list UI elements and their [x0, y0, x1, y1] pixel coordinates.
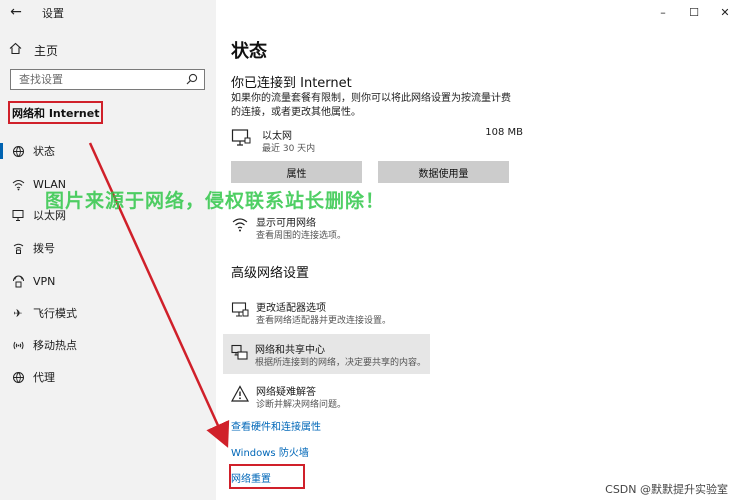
connection-name: 以太网	[262, 131, 292, 142]
connected-heading: 你已连接到 Internet	[231, 76, 352, 91]
airplane-icon: ✈	[13, 306, 23, 320]
option-title: 显示可用网络	[256, 218, 316, 229]
sidebar-item-label: 飞行模式	[33, 307, 77, 320]
back-arrow-icon[interactable]: ←	[8, 4, 24, 20]
data-usage-button[interactable]: 数据使用量	[378, 161, 509, 183]
active-indicator	[0, 143, 3, 159]
page-title: 状态	[231, 41, 267, 62]
sidebar-item-airplane[interactable]: ✈ 飞行模式	[0, 302, 216, 324]
wifi-icon	[9, 178, 27, 191]
option-description: 查看网络适配器并更改连接设置。	[256, 316, 392, 326]
dialup-icon	[9, 242, 27, 255]
search-input[interactable]	[19, 73, 179, 86]
sidebar-item-label: 代理	[33, 371, 55, 384]
sidebar-item-vpn[interactable]: VPN	[0, 270, 216, 292]
section-title: 网络和 Internet	[8, 101, 103, 124]
available-networks-icon	[232, 218, 248, 232]
sharing-center-option[interactable]: 网络和共享中心 根据所连接到的网络，决定要共享的内容。	[223, 334, 430, 374]
search-icon[interactable]	[186, 73, 198, 85]
app-title: 设置	[42, 7, 64, 20]
option-description: 根据所连接到的网络，决定要共享的内容。	[255, 358, 427, 368]
sidebar-item-proxy[interactable]: 代理	[0, 366, 216, 388]
sidebar-item-label: 拨号	[33, 242, 55, 255]
sidebar-item-label: VPN	[33, 274, 56, 288]
adapter-options-option[interactable]: 更改适配器选项 查看网络适配器并更改连接设置。	[231, 299, 451, 327]
home-label: 主页	[34, 43, 59, 58]
troubleshooter-option[interactable]: 网络疑难解答 诊断并解决网络问题。	[231, 383, 451, 411]
csdn-credit: CSDN @默默提升实验室	[605, 483, 728, 496]
main-content: 状态 你已连接到 Internet 如果你的流量套餐有限制，则你可以将此网络设置…	[216, 0, 736, 500]
proxy-icon	[9, 371, 27, 384]
warning-icon	[231, 385, 249, 402]
properties-button[interactable]: 属性	[231, 161, 362, 183]
sidebar-item-status[interactable]: 状态	[0, 140, 216, 162]
windows-firewall-link[interactable]: Windows 防火墙	[231, 444, 309, 459]
annotation-highlight-box	[229, 464, 305, 489]
sidebar-item-label: 移动热点	[33, 339, 77, 352]
option-title: 网络和共享中心	[255, 345, 325, 356]
home-icon	[8, 42, 22, 59]
connection-summary: 以太网 最近 30 天内 108 MB	[231, 126, 523, 154]
hardware-properties-link[interactable]: 查看硬件和连接属性	[231, 418, 321, 433]
connection-period: 最近 30 天内	[262, 144, 316, 154]
option-title: 网络疑难解答	[256, 387, 316, 398]
connection-usage: 108 MB	[485, 127, 523, 138]
watermark-text: 图片来源于网络，侵权联系站长删除！	[45, 190, 386, 212]
sidebar-item-hotspot[interactable]: 移动热点	[0, 334, 216, 356]
sharing-center-icon	[231, 344, 248, 360]
sidebar: ← 设置 主页 网络和 Internet 状态 WLAN 以太网 拨号	[0, 0, 216, 500]
adapter-icon	[231, 302, 249, 317]
ethernet-monitor-icon	[231, 129, 251, 146]
search-box[interactable]	[10, 69, 205, 90]
home-nav-item[interactable]: 主页	[8, 41, 58, 59]
advanced-heading: 高级网络设置	[231, 266, 310, 281]
option-description: 诊断并解决网络问题。	[256, 400, 347, 410]
status-icon	[9, 145, 27, 158]
hotspot-icon	[9, 339, 27, 352]
sidebar-item-label: 状态	[33, 145, 55, 158]
sidebar-item-dialup[interactable]: 拨号	[0, 237, 216, 259]
vpn-icon	[9, 275, 27, 288]
ethernet-icon	[9, 209, 27, 222]
show-networks-option[interactable]: 显示可用网络 查看周围的连接选项。	[231, 214, 451, 242]
connected-description: 如果你的流量套餐有限制，则你可以将此网络设置为按流量计费的连接，或者更改其他属性…	[231, 93, 511, 118]
option-description: 查看周围的连接选项。	[256, 231, 347, 241]
option-title: 更改适配器选项	[256, 303, 326, 314]
